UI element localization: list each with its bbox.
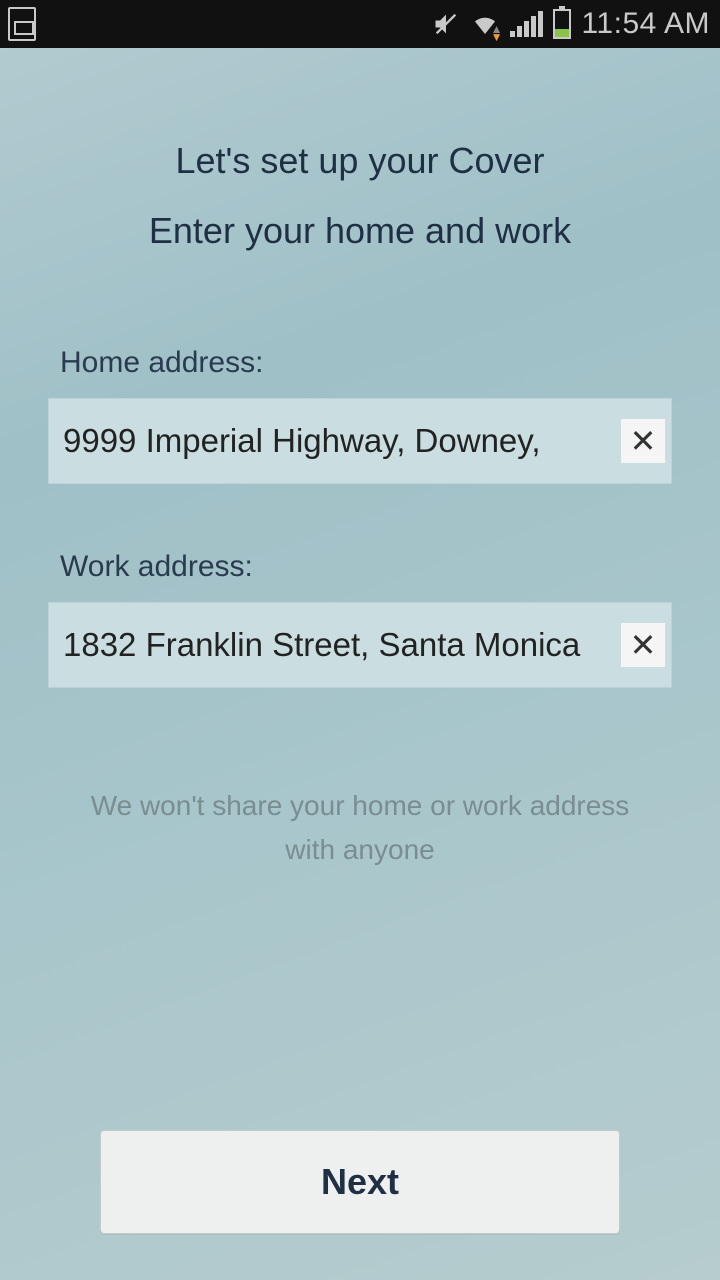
mute-icon (432, 10, 460, 38)
sim-icon (8, 7, 36, 41)
work-address-clear-button[interactable]: ✕ (621, 623, 665, 667)
close-icon: ✕ (630, 422, 657, 460)
home-address-input-wrap[interactable]: ✕ (48, 398, 672, 484)
work-address-group: Work address: ✕ (48, 550, 672, 688)
status-time: 11:54 AM (581, 7, 710, 41)
privacy-note: We won't share your home or work address… (48, 784, 672, 872)
heading-title: Let's set up your Cover (48, 140, 672, 182)
wifi-icon: ▲▼ (470, 11, 500, 37)
home-address-clear-button[interactable]: ✕ (621, 419, 665, 463)
home-address-label: Home address: (48, 346, 672, 380)
heading: Let's set up your Cover Enter your home … (48, 48, 672, 252)
heading-subtitle: Enter your home and work (48, 210, 672, 252)
setup-screen: Let's set up your Cover Enter your home … (0, 48, 720, 1280)
work-address-label: Work address: (48, 550, 672, 584)
next-button-label: Next (321, 1161, 399, 1203)
status-bar: ▲▼ 11:54 AM (0, 0, 720, 48)
battery-icon (553, 9, 571, 39)
close-icon: ✕ (630, 626, 657, 664)
signal-icon (510, 11, 543, 37)
work-address-input[interactable] (63, 626, 621, 664)
home-address-group: Home address: ✕ (48, 346, 672, 484)
home-address-input[interactable] (63, 422, 621, 460)
next-button[interactable]: Next (100, 1130, 620, 1234)
work-address-input-wrap[interactable]: ✕ (48, 602, 672, 688)
